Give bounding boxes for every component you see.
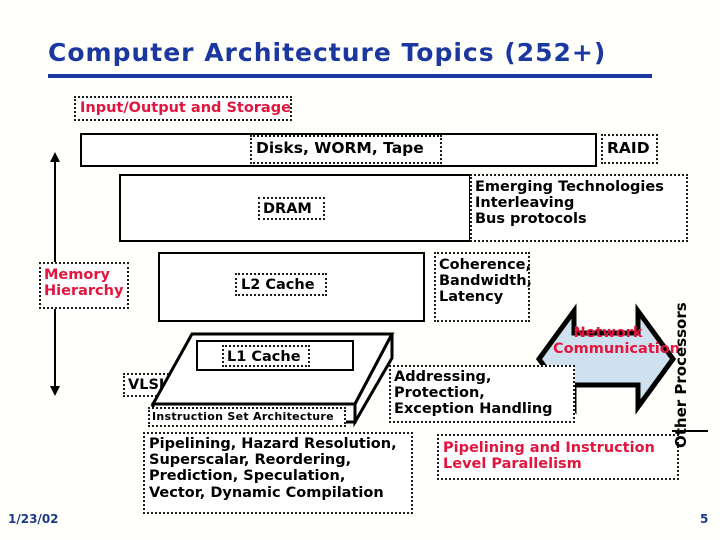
l2-cache-label: L2 Cache	[241, 277, 315, 293]
network-communication-label: Network Communication	[553, 325, 681, 358]
disks-label: Disks, WORM, Tape	[256, 139, 424, 157]
other-processors-rule	[672, 430, 708, 432]
page-title: Computer Architecture Topics (252+)	[48, 38, 607, 67]
title-underline	[48, 74, 652, 78]
arrow-down-head	[50, 386, 60, 396]
other-processors-label: Other Processors	[672, 302, 690, 448]
pipelining-list-label: Pipelining, Hazard Resolution, Superscal…	[149, 436, 397, 501]
addressing-label: Addressing, Protection, Exception Handli…	[394, 369, 553, 418]
slide-date: 1/23/02	[8, 512, 59, 526]
slide-page-number: 5	[700, 512, 709, 526]
ilp-label: Pipelining and Instruction Level Paralle…	[443, 440, 655, 473]
raid-label: RAID	[607, 139, 650, 157]
coherence-label: Coherence, Bandwidth, Latency	[439, 257, 533, 306]
dram-label: DRAM	[263, 201, 312, 217]
memory-hierarchy-label: Memory Hierarchy	[44, 267, 124, 300]
isa-label: Instruction Set Architecture	[152, 410, 334, 423]
emerging-tech-label: Emerging Technologies Interleaving Bus p…	[475, 179, 664, 228]
l1-cache-label: L1 Cache	[227, 349, 301, 365]
io-storage-label: Input/Output and Storage	[80, 100, 291, 116]
slide-canvas: Computer Architecture Topics (252+) Inpu…	[0, 0, 720, 540]
